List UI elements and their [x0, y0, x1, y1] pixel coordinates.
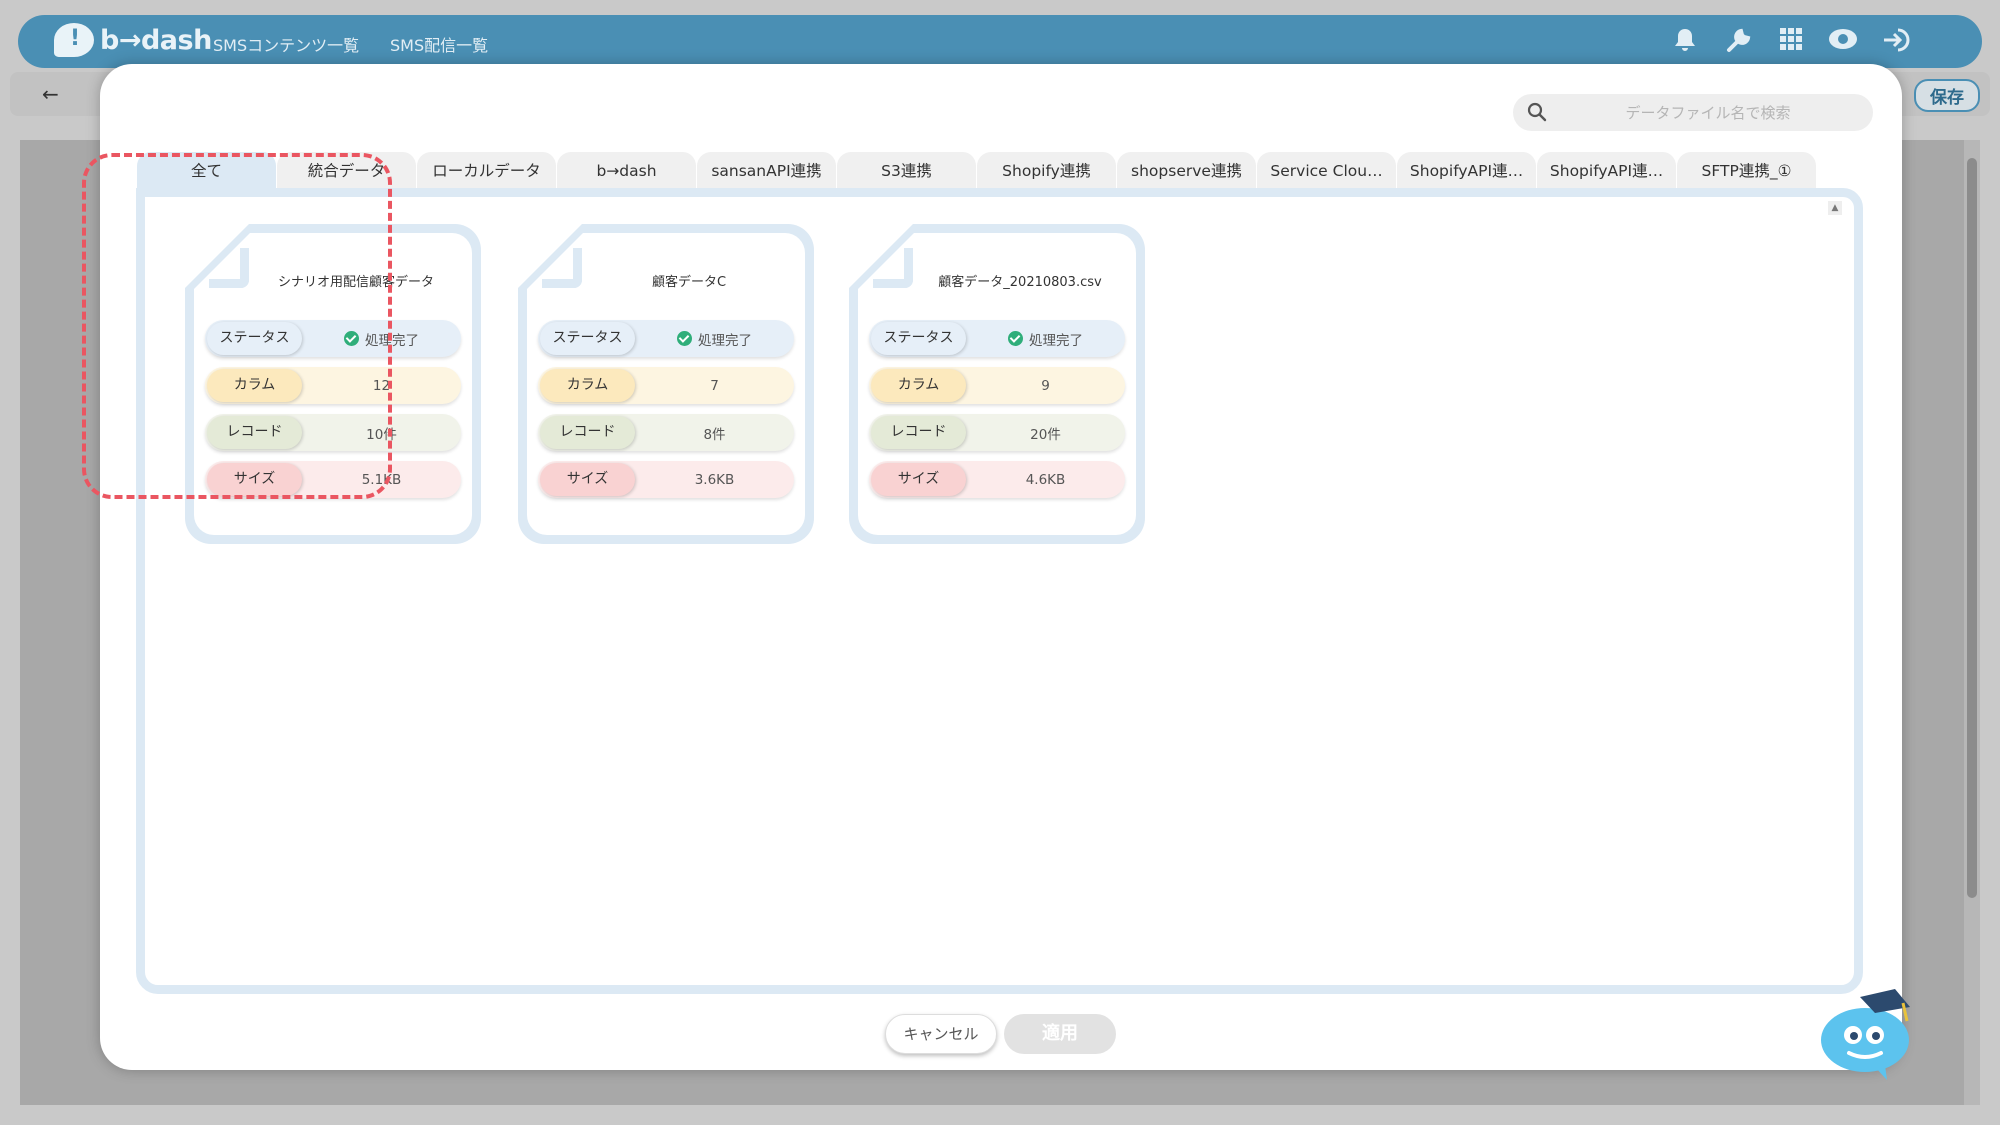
- column-value: 12: [372, 377, 391, 394]
- record-label: レコード: [207, 416, 302, 449]
- record-row: レコード 20件: [869, 414, 1125, 451]
- check-circle-icon: [1008, 331, 1023, 346]
- search-input[interactable]: [1563, 94, 1853, 131]
- status-label: ステータス: [207, 322, 302, 355]
- file-card[interactable]: 顧客データC ステータス 処理完了 カラム 7 レコード 8件 サイズ 3.6K…: [518, 224, 814, 544]
- check-circle-icon: [677, 331, 692, 346]
- file-card-title: シナリオ用配信顧客データ: [277, 275, 434, 290]
- search-box: [1513, 94, 1873, 131]
- size-value: 3.6KB: [694, 471, 735, 488]
- apply-button[interactable]: 適用: [1004, 1014, 1116, 1054]
- file-card-title: 顧客データ_20210803.csv: [938, 275, 1102, 290]
- column-label: カラム: [540, 369, 635, 402]
- check-circle-icon: [344, 331, 359, 346]
- help-mascot-icon[interactable]: [1815, 985, 1915, 1080]
- top-nav-bar: b→dash SMSコンテンツ一覧 SMS配信一覧: [18, 15, 1982, 68]
- scroll-up-arrow-icon[interactable]: ▲: [1828, 201, 1842, 215]
- record-value: 20件: [1030, 426, 1061, 443]
- bell-icon[interactable]: [1670, 27, 1700, 57]
- file-fold-icon: [873, 248, 913, 288]
- status-row: ステータス 処理完了: [869, 320, 1125, 357]
- file-list-panel: ▲ シナリオ用配信顧客データ ステータス 処理完了 カラム 12 レコード 10…: [136, 188, 1863, 994]
- column-value: 7: [710, 377, 719, 394]
- user-chat-icon[interactable]: [1828, 27, 1858, 57]
- record-label: レコード: [540, 416, 635, 449]
- data-file-select-modal: 全て 統合データ ローカルデータ b→dash sansanAPI連携 S3連携…: [100, 64, 1902, 1070]
- size-row: サイズ 4.6KB: [869, 461, 1125, 498]
- tab-shopify-api-2[interactable]: ShopifyAPI連…: [1537, 152, 1677, 188]
- scrollbar-thumb[interactable]: [1967, 158, 1977, 898]
- file-card[interactable]: 顧客データ_20210803.csv ステータス 処理完了 カラム 9 レコード…: [849, 224, 1145, 544]
- search-icon: [1527, 102, 1547, 122]
- logout-icon[interactable]: [1882, 27, 1912, 57]
- size-row: サイズ 5.1KB: [205, 461, 461, 498]
- column-label: カラム: [871, 369, 966, 402]
- record-row: レコード 10件: [205, 414, 461, 451]
- column-row: カラム 7: [538, 367, 794, 404]
- nav-sms-deliveries[interactable]: SMS配信一覧: [390, 32, 488, 56]
- save-button[interactable]: 保存: [1914, 79, 1980, 112]
- logo-mark-icon: [54, 23, 94, 57]
- record-value: 10件: [366, 426, 397, 443]
- status-row: ステータス 処理完了: [205, 320, 461, 357]
- status-label: ステータス: [540, 322, 635, 355]
- status-row: ステータス 処理完了: [538, 320, 794, 357]
- tab-sansan-api[interactable]: sansanAPI連携: [697, 152, 837, 188]
- tab-shopserve[interactable]: shopserve連携: [1117, 152, 1257, 188]
- nav-sms-contents[interactable]: SMSコンテンツ一覧: [213, 32, 359, 56]
- status-value: 処理完了: [1029, 332, 1083, 349]
- column-row: カラム 9: [869, 367, 1125, 404]
- page-scrollbar[interactable]: [1964, 140, 1980, 1105]
- file-fold-icon: [542, 248, 582, 288]
- size-label: サイズ: [871, 463, 966, 496]
- record-label: レコード: [871, 416, 966, 449]
- column-row: カラム 12: [205, 367, 461, 404]
- record-value: 8件: [703, 426, 726, 443]
- size-value: 5.1KB: [361, 471, 402, 488]
- file-card-title: 顧客データC: [651, 275, 727, 290]
- size-row: サイズ 3.6KB: [538, 461, 794, 498]
- tab-shopify-api-1[interactable]: ShopifyAPI連…: [1397, 152, 1537, 188]
- source-tabs: 全て 統合データ ローカルデータ b→dash sansanAPI連携 S3連携…: [137, 152, 1817, 188]
- cancel-button[interactable]: キャンセル: [885, 1014, 997, 1054]
- column-value: 9: [1041, 377, 1050, 394]
- back-arrow-icon[interactable]: ←: [42, 82, 59, 106]
- tab-shopify[interactable]: Shopify連携: [977, 152, 1117, 188]
- status-value: 処理完了: [698, 332, 752, 349]
- record-row: レコード 8件: [538, 414, 794, 451]
- status-label: ステータス: [871, 322, 966, 355]
- size-label: サイズ: [540, 463, 635, 496]
- apps-grid-icon[interactable]: [1776, 27, 1806, 57]
- tab-sftp[interactable]: SFTP連携_①: [1677, 152, 1817, 188]
- tab-all[interactable]: 全て: [137, 152, 277, 188]
- wrench-icon[interactable]: [1724, 27, 1754, 57]
- tab-s3[interactable]: S3連携: [837, 152, 977, 188]
- size-label: サイズ: [207, 463, 302, 496]
- tab-integrated-data[interactable]: 統合データ: [277, 152, 417, 188]
- size-value: 4.6KB: [1025, 471, 1066, 488]
- column-label: カラム: [207, 369, 302, 402]
- tab-local-data[interactable]: ローカルデータ: [417, 152, 557, 188]
- logo: b→dash: [54, 23, 212, 57]
- tab-bdash[interactable]: b→dash: [557, 152, 697, 188]
- file-card[interactable]: シナリオ用配信顧客データ ステータス 処理完了 カラム 12 レコード 10件 …: [185, 224, 481, 544]
- file-fold-icon: [209, 248, 249, 288]
- tab-service-cloud[interactable]: Service Clou…: [1257, 152, 1397, 188]
- logo-text: b→dash: [100, 24, 212, 56]
- status-value: 処理完了: [365, 332, 419, 349]
